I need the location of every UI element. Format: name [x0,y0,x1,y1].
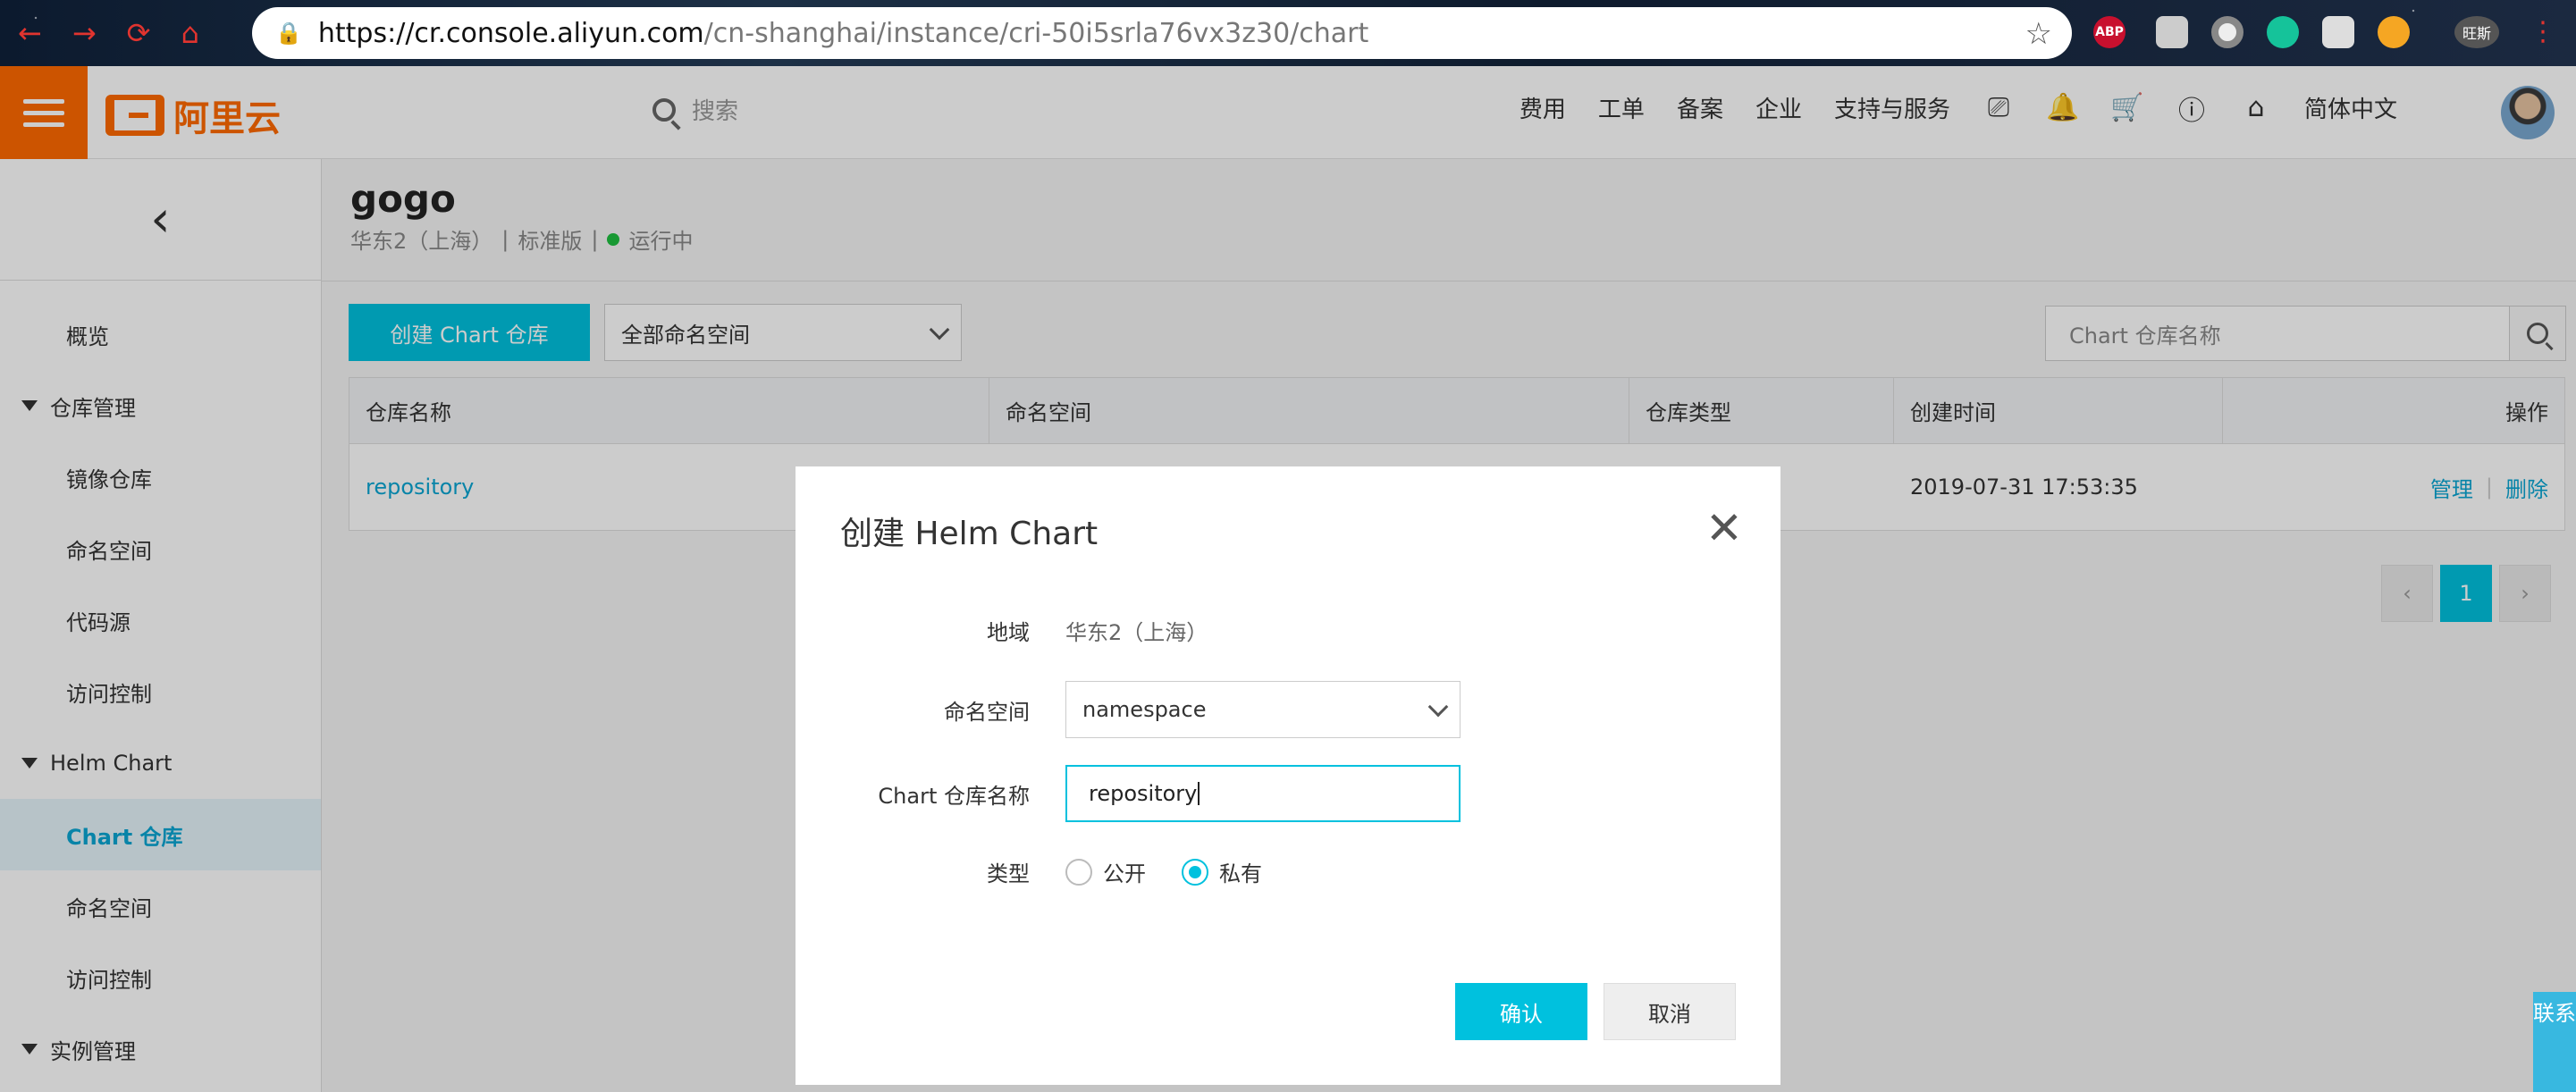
radio-unchecked-icon [1065,858,1092,886]
radio-checked-icon [1182,858,1208,886]
repo-name-label: Chart 仓库名称 [878,783,1030,809]
bookmark-star-icon[interactable]: ☆ [2025,16,2052,52]
grammarly-extension-icon[interactable] [2267,16,2299,48]
home-icon[interactable]: ⌂ [181,16,198,50]
adblock-extension-icon[interactable]: ABP [2093,16,2126,48]
namespace-label: 命名空间 [944,699,1030,725]
region-row: 地域 华东2（上海） [796,615,1208,646]
text-caret [1198,782,1200,805]
back-arrow-icon[interactable]: ← [18,16,42,50]
type-label: 类型 [987,861,1030,886]
region-label: 地域 [987,620,1030,645]
type-public-radio[interactable]: 公开 [1065,856,1146,887]
namespace-row: 命名空间 namespace [796,681,1461,738]
user-profile-icon[interactable]: 旺斯 [2454,16,2499,48]
type-private-radio[interactable]: 私有 [1182,856,1262,887]
dialog-title: 创建 Helm Chart [840,516,1099,552]
forward-arrow-icon[interactable]: → [72,16,97,50]
region-value: 华东2（上海） [1065,620,1208,645]
namespace-select[interactable]: namespace [1065,681,1461,738]
type-row: 类型 公开 私有 [796,856,1298,887]
contact-widget[interactable]: 联系 [2533,992,2576,1092]
repo-name-field[interactable]: repository [1065,765,1461,822]
lock-icon: 🔒 [275,21,302,46]
close-icon[interactable]: ✕ [1705,506,1743,550]
create-helm-chart-dialog: 创建 Helm Chart ✕ 地域 华东2（上海） 命名空间 namespac… [796,466,1780,1085]
browser-nav-icons: ← → ⟳ ⌂ [18,16,199,50]
confirm-button[interactable]: 确认 [1455,983,1587,1040]
browser-menu-icon[interactable]: ⋮ [2530,16,2556,48]
extension-circle-icon[interactable] [2211,16,2243,48]
repo-name-value: repository [1089,781,1198,806]
url-path: /cn-shanghai/instance/cri-50i5srla76vx3z… [703,17,1369,49]
extension-icon[interactable] [2156,16,2188,48]
chevron-down-icon [1427,696,1449,718]
browser-toolbar: ← → ⟳ ⌂ 🔒 https://cr.console.aliyun.com /… [0,0,2576,66]
repo-name-row: Chart 仓库名称 repository [796,765,1461,822]
extension-lifebuoy-icon[interactable] [2378,16,2410,48]
extension-chart-icon[interactable] [2322,16,2354,48]
reload-icon[interactable]: ⟳ [127,16,151,50]
type-public-label: 公开 [1103,861,1146,886]
namespace-select-value: namespace [1082,697,1207,722]
address-bar[interactable]: 🔒 https://cr.console.aliyun.com/cn-shang… [252,7,2072,59]
cancel-button[interactable]: 取消 [1604,983,1736,1040]
url-host: https://cr.console.aliyun.com [317,17,704,49]
type-private-label: 私有 [1219,861,1262,886]
